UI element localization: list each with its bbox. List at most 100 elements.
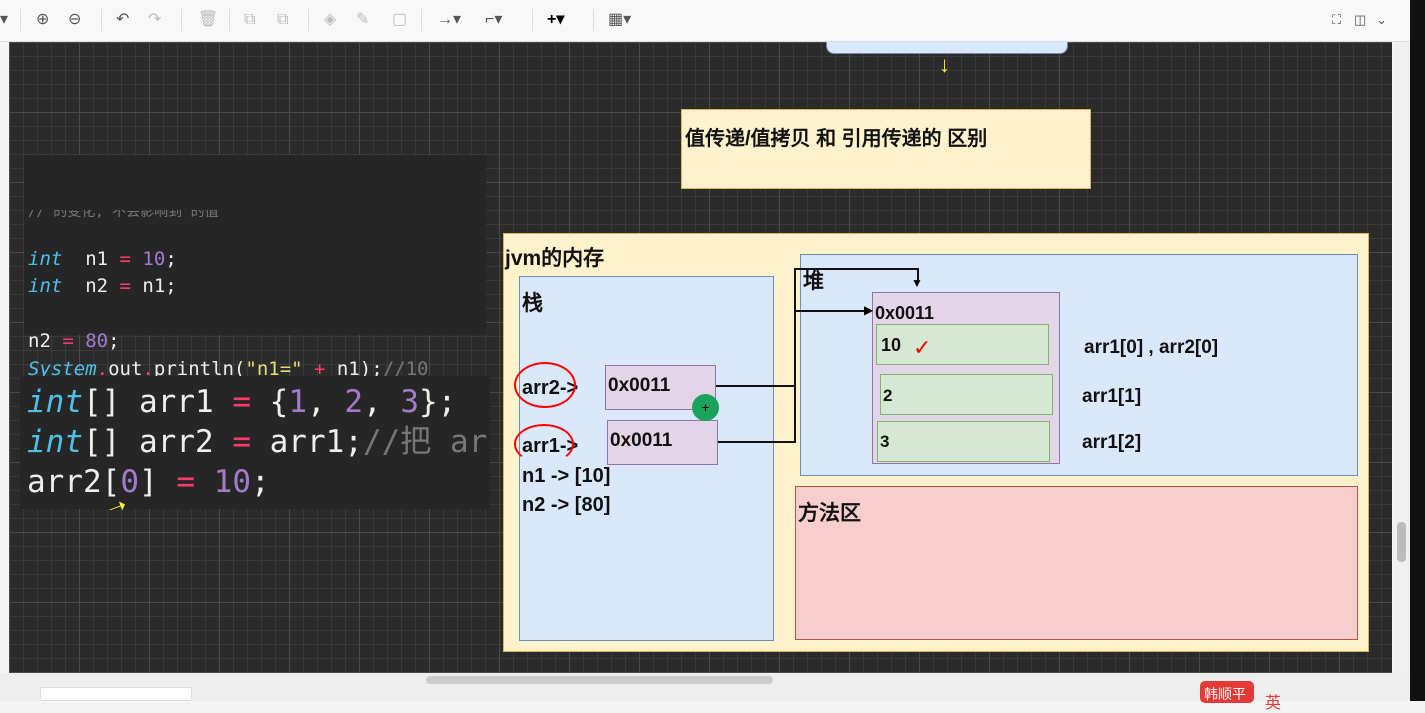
undo-icon[interactable]: ↶ bbox=[116, 10, 129, 30]
vertical-scrollbar[interactable] bbox=[1393, 42, 1410, 673]
connector-arr2[interactable] bbox=[716, 385, 795, 387]
waypoints-icon[interactable]: ⌐▾ bbox=[485, 10, 502, 30]
collapse-icon[interactable]: ⌄ bbox=[1376, 10, 1387, 30]
code-token: n1 bbox=[62, 247, 120, 270]
code-line: int n1 = 10; bbox=[28, 246, 482, 274]
array-cell-2[interactable]: 3 bbox=[877, 421, 1050, 462]
code-token: 10 bbox=[195, 464, 251, 500]
code-line: arr2[0] = 10; bbox=[27, 462, 483, 502]
code-token: ] bbox=[139, 464, 177, 500]
code-token: 0 bbox=[120, 464, 139, 500]
zoom-in-icon[interactable]: ⊕ bbox=[36, 10, 49, 30]
code-token: int bbox=[27, 384, 83, 420]
code-token: //把 ar bbox=[362, 424, 488, 460]
code-line: int[] arr1 = {1, 2, 3}; bbox=[27, 382, 483, 422]
arr1-address: 0x0011 bbox=[610, 430, 673, 451]
bottom-bar: 韩顺平 英 bbox=[0, 673, 1410, 712]
code-token: = bbox=[176, 464, 195, 500]
code-block-array[interactable]: int[] arr1 = {1, 2, 3}; int[] arr2 = arr1… bbox=[20, 376, 490, 509]
code-token: = bbox=[232, 384, 251, 420]
screen-edge bbox=[1410, 0, 1425, 701]
code-token: = bbox=[119, 275, 131, 297]
array-cell-0[interactable]: 10 bbox=[876, 324, 1049, 365]
redo-icon[interactable]: ↷ bbox=[148, 10, 161, 30]
ime-indicator[interactable]: 英 bbox=[1265, 689, 1281, 713]
connection-handle-icon[interactable]: + bbox=[692, 394, 719, 421]
array-cell-1[interactable]: 2 bbox=[880, 374, 1053, 415]
code-line: int n2 = n1; bbox=[28, 273, 482, 301]
method-area-box[interactable]: 方法区 bbox=[795, 486, 1358, 640]
array-address: 0x0011 bbox=[875, 303, 935, 323]
zoom-out-icon[interactable]: ⊖ bbox=[68, 10, 81, 30]
jvm-label: jvm的内存 bbox=[505, 247, 605, 270]
page-tab[interactable] bbox=[40, 687, 192, 701]
cell-value: 3 bbox=[880, 432, 890, 451]
heap-ref-label: arr1[2] bbox=[1082, 432, 1142, 453]
arr1-ref-box[interactable]: 0x0011 bbox=[607, 420, 718, 465]
cell-value: 2 bbox=[883, 386, 893, 405]
shadow-icon[interactable]: ▢ bbox=[392, 10, 407, 30]
code-token: 2 bbox=[344, 384, 363, 420]
table-icon[interactable]: ▦▾ bbox=[608, 10, 631, 30]
stack-label: 栈 bbox=[522, 292, 543, 315]
faded-comment: // 的变化, 不会影响到 的值 bbox=[28, 210, 219, 218]
code-token: ; bbox=[165, 247, 177, 270]
n2-label: n2 -> [80] bbox=[522, 494, 611, 516]
delete-icon[interactable]: 🗑 bbox=[198, 10, 218, 30]
code-token: int bbox=[27, 424, 83, 460]
code-token: int bbox=[28, 275, 63, 297]
insert-icon[interactable]: +▾ bbox=[547, 10, 564, 30]
connector-top bbox=[794, 268, 918, 270]
red-circle-annotation bbox=[514, 424, 574, 464]
line-color-icon[interactable]: ✎ bbox=[356, 10, 369, 30]
to-back-icon[interactable]: ⧉ bbox=[277, 10, 288, 30]
cell-value: 10 bbox=[881, 335, 902, 355]
code-token: }; bbox=[418, 384, 457, 420]
title-box[interactable]: 值传递/值拷贝 和 引用传递的 区别 bbox=[681, 109, 1091, 189]
code-token: n2 bbox=[62, 275, 120, 297]
heap-ref-label: arr1[0] , arr2[0] bbox=[1084, 337, 1219, 358]
method-area-label: 方法区 bbox=[798, 502, 861, 525]
connector-right bbox=[794, 310, 868, 312]
code-line: int[] arr2 = arr1;//把 ar bbox=[27, 422, 487, 462]
red-circle-annotation bbox=[514, 362, 576, 408]
code-token: , bbox=[306, 384, 345, 420]
yellow-arrow-down-icon: ↓ bbox=[939, 52, 950, 77]
to-front-icon[interactable]: ⧉ bbox=[244, 10, 255, 30]
code-token: 10 bbox=[130, 247, 166, 270]
code-token: ; bbox=[251, 464, 270, 500]
code-token: ; bbox=[108, 330, 120, 352]
code-token: = bbox=[62, 330, 74, 352]
code-token: [] arr1 bbox=[83, 384, 233, 420]
author-badge: 韩顺平 bbox=[1200, 681, 1254, 703]
arrowhead-icon: ▼ bbox=[911, 276, 923, 290]
format-panel-icon[interactable]: ◫ bbox=[1354, 10, 1366, 30]
code-token: 1 bbox=[288, 384, 307, 420]
code-token: , bbox=[362, 384, 401, 420]
arrowhead-icon: ▶ bbox=[864, 303, 874, 317]
code-token: [] arr2 bbox=[83, 424, 233, 460]
connector-arr1[interactable] bbox=[718, 441, 795, 443]
toolbar: ▾ ⊕ ⊖ ↶ ↷ 🗑 ⧉ ⧉ ◈ ✎ ▢ →▾ ⌐▾ +▾ ▦▾ ⛶ ◫ ⌄ bbox=[0, 0, 1410, 42]
horizontal-scrollbar[interactable] bbox=[426, 676, 773, 684]
connector-vertical bbox=[794, 268, 796, 443]
code-token: 3 bbox=[400, 384, 419, 420]
heap-ref-label: arr1[1] bbox=[1082, 386, 1142, 407]
code-token: n1; bbox=[130, 275, 177, 297]
n1-label: n1 -> [10] bbox=[522, 465, 611, 487]
code-token: n2 bbox=[28, 330, 63, 352]
code-token: { bbox=[250, 384, 289, 420]
code-token: arr1; bbox=[250, 424, 363, 460]
code-token: = bbox=[119, 247, 131, 270]
chevron-down-icon[interactable]: ▾ bbox=[0, 10, 8, 30]
red-check-annotation: ✓ bbox=[913, 335, 932, 360]
code-block-primitive[interactable]: // 的变化, 不会影响到 的值 int n1 = 10; int n2 = n1… bbox=[24, 155, 486, 407]
code-token: 80 bbox=[73, 330, 109, 352]
connection-icon[interactable]: →▾ bbox=[437, 10, 461, 30]
code-token: int bbox=[28, 247, 63, 270]
fill-color-icon[interactable]: ◈ bbox=[324, 10, 336, 30]
arr2-address: 0x0011 bbox=[608, 375, 671, 396]
code-token: = bbox=[232, 424, 251, 460]
fit-icon[interactable]: ⛶ bbox=[1332, 10, 1341, 30]
